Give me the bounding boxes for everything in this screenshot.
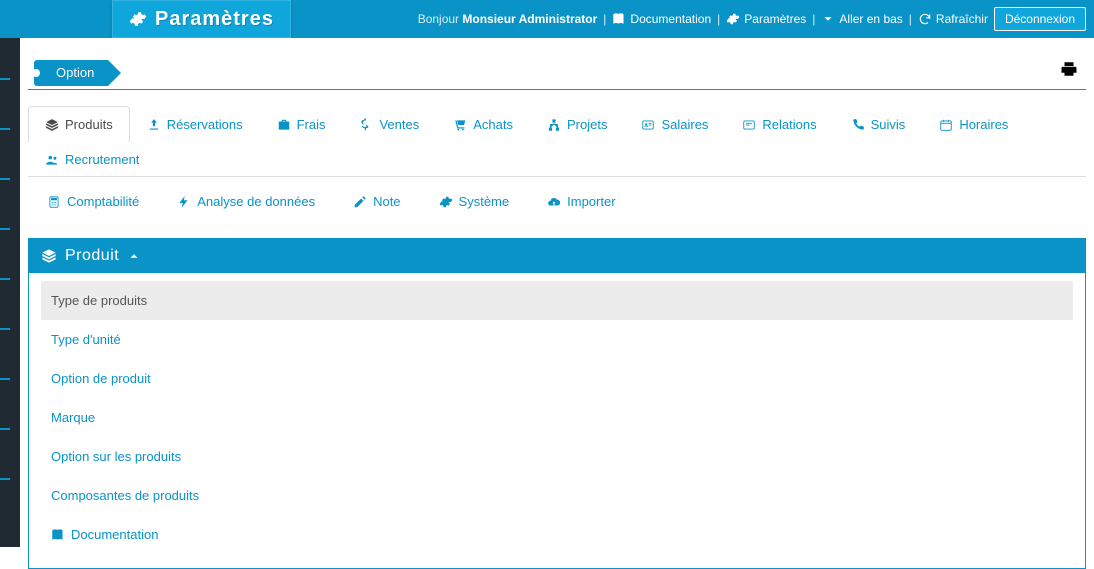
product-panel: Produit Type de produits Type d'unité Opti… xyxy=(28,238,1086,569)
cart-icon xyxy=(453,118,467,132)
top-bar: Paramètres Bonjour Monsieur Administrato… xyxy=(0,0,1094,38)
go-bottom-link[interactable]: Aller en bas xyxy=(821,12,902,26)
tab-label: Horaires xyxy=(959,117,1008,132)
tab-label: Suivis xyxy=(871,117,906,132)
tab-label: Importer xyxy=(567,194,615,209)
tab-label: Analyse de données xyxy=(197,194,315,209)
panel-body: Type de produits Type d'unité Option de pr… xyxy=(29,273,1085,568)
tab-analyse-de-donn-es[interactable]: Analyse de données xyxy=(158,183,334,219)
tab-relations[interactable]: Relations xyxy=(725,106,833,142)
tab-frais[interactable]: Frais xyxy=(260,106,343,142)
list-item[interactable]: Type d'unité xyxy=(41,320,1073,359)
caret-up-icon xyxy=(127,249,141,263)
tab-ventes[interactable]: Ventes xyxy=(342,106,436,142)
settings-link[interactable]: Paramètres xyxy=(726,12,806,26)
tab-comptabilit-[interactable]: Comptabilité xyxy=(28,183,158,219)
list-item[interactable]: Marque xyxy=(41,398,1073,437)
tab-label: Achats xyxy=(473,117,513,132)
tab-suivis[interactable]: Suivis xyxy=(834,106,923,142)
tab-label: Frais xyxy=(297,117,326,132)
left-gutter xyxy=(0,38,20,547)
page-title: Paramètres xyxy=(155,8,274,31)
tab-label: Projets xyxy=(567,117,607,132)
list-item-label: Option de produit xyxy=(51,371,151,386)
gear-icon xyxy=(129,10,147,28)
tab-label: Ventes xyxy=(379,117,419,132)
tab-label: Réservations xyxy=(167,117,243,132)
layers-icon xyxy=(45,118,59,132)
list-item-label: Option sur les produits xyxy=(51,449,181,464)
panel-title: Produit xyxy=(65,247,119,265)
tab-r-servations[interactable]: Réservations xyxy=(130,106,260,142)
list-item-label: Documentation xyxy=(71,527,158,542)
tab-label: Recrutement xyxy=(65,152,139,167)
id-icon xyxy=(641,118,655,132)
tab-salaires[interactable]: Salaires xyxy=(624,106,725,142)
list-item-label: Composantes de produits xyxy=(51,488,199,503)
refresh-link[interactable]: Rafraîchir xyxy=(918,12,988,26)
list-item[interactable]: Option sur les produits xyxy=(41,437,1073,476)
cloud-icon xyxy=(547,195,561,209)
list-item[interactable]: Composantes de produits xyxy=(41,476,1073,515)
bolt-icon xyxy=(177,195,191,209)
calendar-icon xyxy=(939,118,953,132)
tab-label: Système xyxy=(459,194,510,209)
tab-importer[interactable]: Importer xyxy=(528,183,634,219)
book-icon xyxy=(612,12,626,26)
tab-note[interactable]: Note xyxy=(334,183,419,219)
chevron-down-icon xyxy=(821,12,835,26)
tab-horaires[interactable]: Horaires xyxy=(922,106,1025,142)
tabs-row-2: Comptabilité Analyse de données Note Systèm… xyxy=(28,183,1086,228)
download-icon xyxy=(147,118,161,132)
documentation-link[interactable]: Documentation xyxy=(612,12,711,26)
list-item-label: Type d'unité xyxy=(51,332,121,347)
tab-label: Salaires xyxy=(661,117,708,132)
tab-produits[interactable]: Produits xyxy=(28,106,130,142)
list-item[interactable]: Option de produit xyxy=(41,359,1073,398)
list-item[interactable]: Documentation xyxy=(41,515,1073,554)
calc-icon xyxy=(47,195,61,209)
phone-icon xyxy=(851,118,865,132)
list-item: Type de produits xyxy=(41,281,1073,320)
pencil-icon xyxy=(353,195,367,209)
tabs-row-1: Produits Réservations Frais Ventes Achats Pro… xyxy=(28,106,1086,177)
refresh-icon xyxy=(918,12,932,26)
tab-achats[interactable]: Achats xyxy=(436,106,530,142)
users-icon xyxy=(45,153,59,167)
breadcrumb[interactable]: Option xyxy=(34,60,108,86)
tab-label: Note xyxy=(373,194,400,209)
brand[interactable]: Paramètres xyxy=(112,0,291,38)
tab-recrutement[interactable]: Recrutement xyxy=(28,141,156,177)
tab-label: Produits xyxy=(65,117,113,132)
list-item-label: Marque xyxy=(51,410,95,425)
breadcrumb-row: Option xyxy=(28,56,1086,90)
panel-header[interactable]: Produit xyxy=(29,239,1085,273)
tab-label: Relations xyxy=(762,117,816,132)
gear-icon xyxy=(726,12,740,26)
briefcase-icon xyxy=(277,118,291,132)
tab-syst-me[interactable]: Système xyxy=(420,183,529,219)
list-item-label: Type de produits xyxy=(51,293,147,308)
greeting: Bonjour Monsieur Administrator xyxy=(418,12,598,26)
page-content: Option Produits Réservations Frais Ventes Ac… xyxy=(20,38,1094,547)
print-button[interactable] xyxy=(1060,60,1078,78)
sitemap-icon xyxy=(547,118,561,132)
gear-icon xyxy=(439,195,453,209)
dollar-icon xyxy=(359,118,373,132)
book-icon xyxy=(51,528,65,542)
card-icon xyxy=(742,118,756,132)
tab-projets[interactable]: Projets xyxy=(530,106,624,142)
layers-icon xyxy=(41,248,57,264)
logout-button[interactable]: Déconnexion xyxy=(994,7,1086,31)
top-right-nav: Bonjour Monsieur Administrator | Documen… xyxy=(418,7,1086,31)
tab-label: Comptabilité xyxy=(67,194,139,209)
